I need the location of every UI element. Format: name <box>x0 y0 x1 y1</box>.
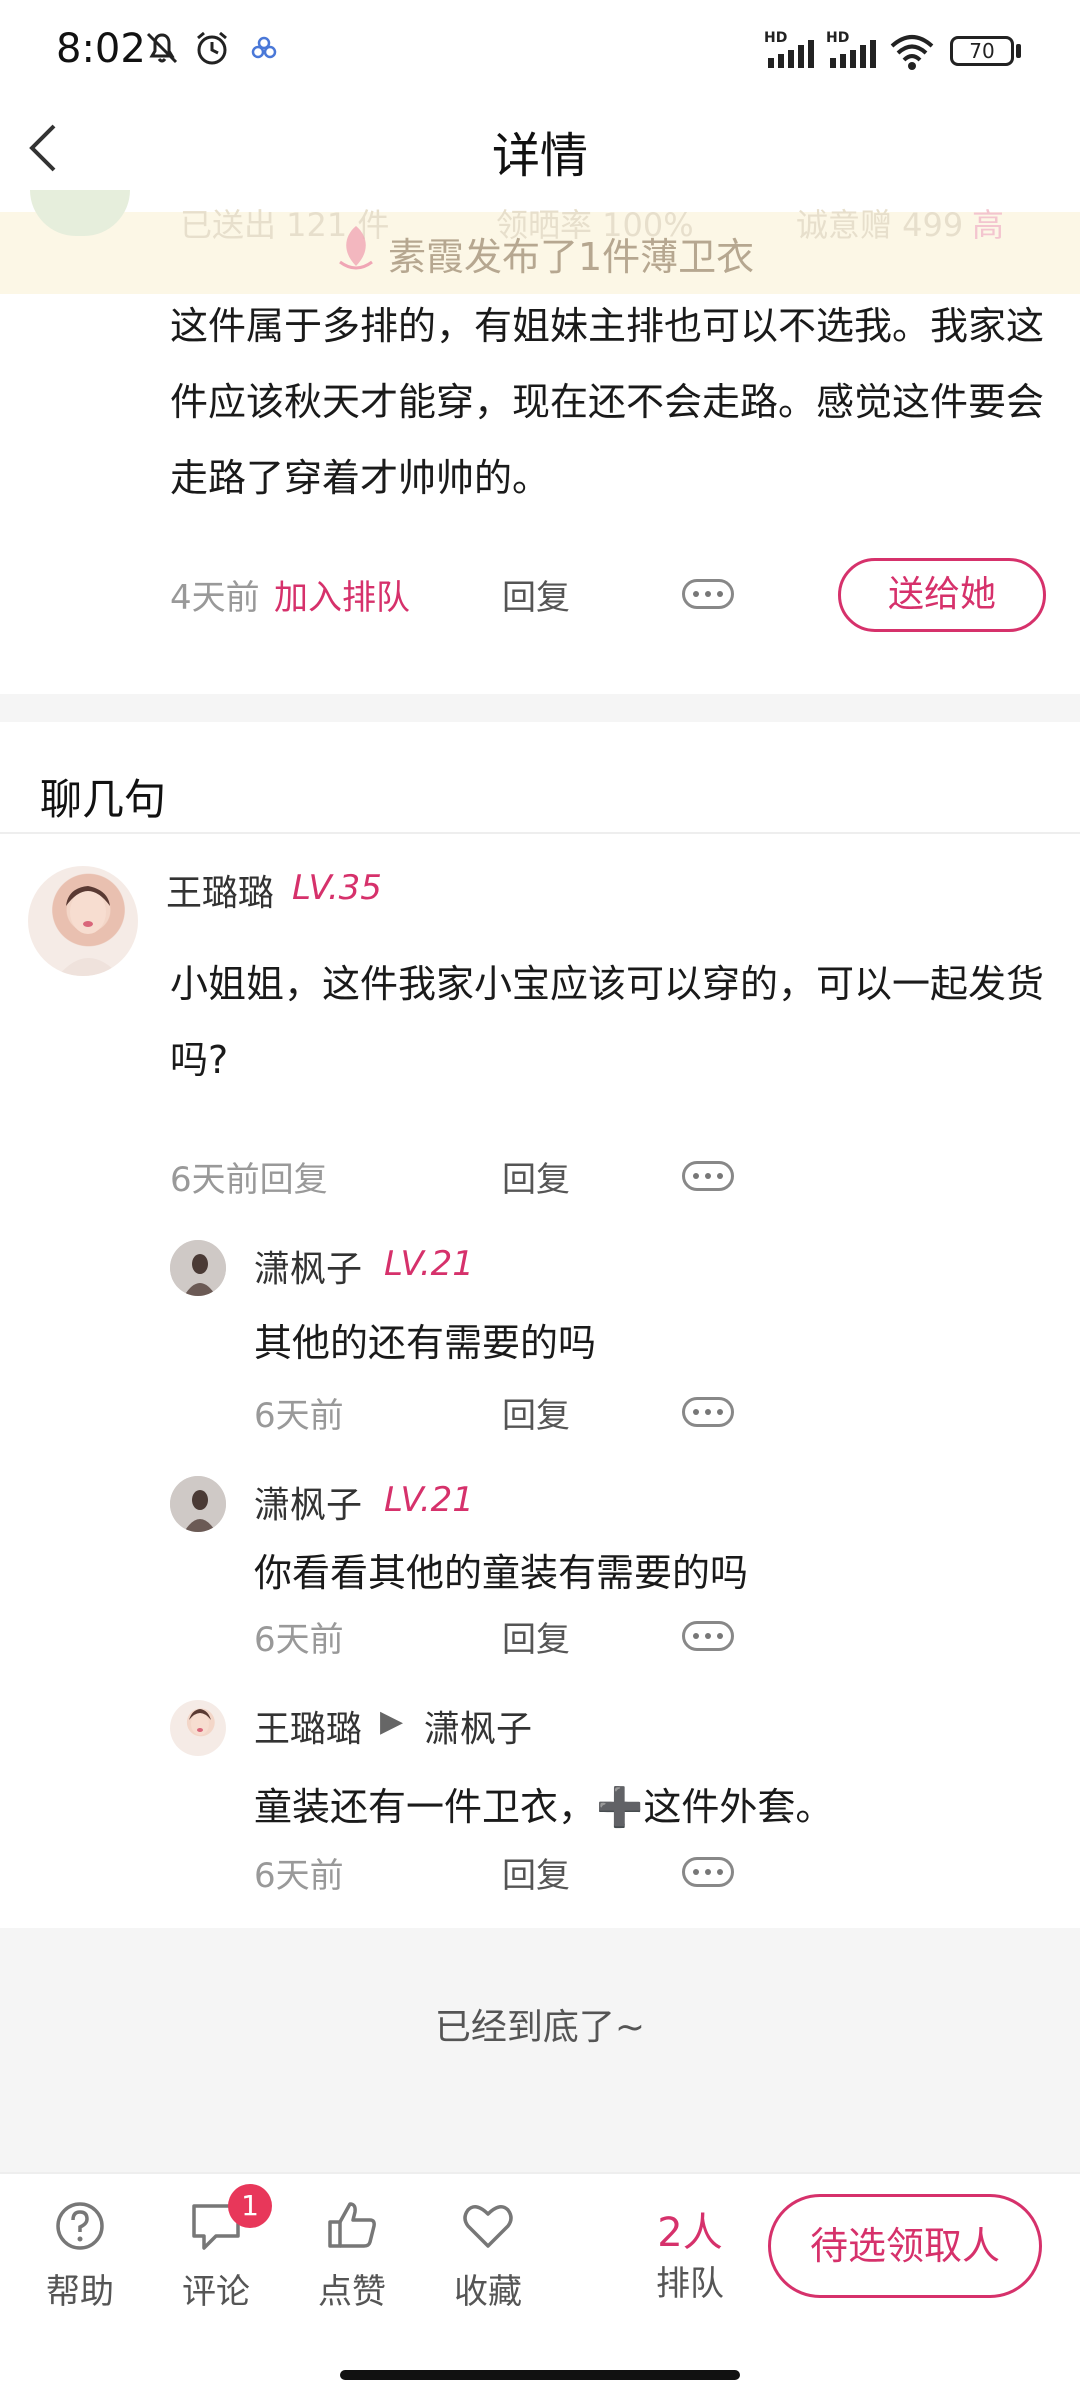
more-options-icon[interactable] <box>682 1397 734 1427</box>
tab-favorite-label[interactable]: 收藏 <box>428 2264 548 2313</box>
divider-line <box>0 832 1080 834</box>
battery-indicator: 70 <box>950 36 1014 66</box>
end-of-list-text: 已经到底了~ <box>434 2007 646 2048</box>
avatar[interactable] <box>170 1700 226 1756</box>
thumbs-up-icon[interactable] <box>322 2196 382 2256</box>
app-notification-icon <box>251 36 277 59</box>
user-level-badge: LV.21 <box>384 1244 474 1284</box>
reply-text: 童装还有一件卫衣，➕这件外套。 <box>254 1785 834 1829</box>
chat-section-heading: 聊几句 <box>40 775 167 824</box>
comment-time: 4天前 <box>170 578 260 618</box>
reply-time: 6天前 <box>254 1396 344 1436</box>
reply-link[interactable]: 回复 <box>502 1612 570 1661</box>
page-title: 详情 <box>491 128 588 184</box>
user-level-badge: LV.35 <box>292 868 382 908</box>
chat-comment-time: 6天前回复 <box>170 1160 328 1200</box>
signal-icon <box>768 40 814 68</box>
queue-count[interactable]: 2人 <box>650 2200 730 2258</box>
tab-help-label[interactable]: 帮助 <box>20 2264 140 2313</box>
battery-tip <box>1016 44 1021 58</box>
reply-link[interactable]: 回复 <box>502 1848 570 1897</box>
gift-to-her-button[interactable]: 送给她 <box>838 558 1046 632</box>
reply-author-name[interactable]: 王璐璐 <box>254 1700 362 1752</box>
alarm-icon <box>197 31 227 65</box>
join-queue-link[interactable]: 加入排队 <box>274 570 410 619</box>
battery-level: 70 <box>969 39 995 63</box>
reply-author-name[interactable]: 潇枫子 <box>254 1240 362 1292</box>
avatar[interactable] <box>170 1240 226 1296</box>
stat-gift: 诚意赠 499 <box>796 206 964 244</box>
user-level-badge: LV.21 <box>384 1480 474 1520</box>
section-divider <box>0 694 1080 722</box>
more-options-icon[interactable] <box>682 1857 734 1887</box>
reply-text: 你看看其他的童装有需要的吗 <box>254 1551 749 1595</box>
notice-text: 素霞发布了1件薄卫衣 <box>388 235 755 279</box>
wifi-icon <box>890 35 934 70</box>
stat-level: 高 <box>972 206 1005 244</box>
reply-time: 6天前 <box>254 1856 344 1896</box>
avatar-portrait-icon <box>58 886 120 976</box>
flower-icon <box>339 226 373 270</box>
reply-link[interactable]: 回复 <box>502 1388 570 1437</box>
more-options-icon[interactable] <box>682 1621 734 1651</box>
reply-link[interactable]: 回复 <box>502 1152 570 1201</box>
reply-text: 其他的还有需要的吗 <box>254 1321 597 1365</box>
avatar-portrait-icon <box>189 1709 211 1735</box>
queue-label[interactable]: 排队 <box>650 2256 730 2305</box>
avatar-portrait-icon <box>170 1476 226 1532</box>
tab-like-label[interactable]: 点赞 <box>292 2264 412 2313</box>
reply-link[interactable]: 回复 <box>502 570 570 619</box>
avatar[interactable] <box>28 866 138 976</box>
reply-time: 6天前 <box>254 1620 344 1660</box>
tab-comment-label[interactable]: 评论 <box>156 2264 276 2313</box>
commenter-name[interactable]: 王璐璐 <box>166 864 274 916</box>
avatar-portrait-icon <box>170 1240 226 1296</box>
reply-author-name[interactable]: 潇枫子 <box>254 1476 362 1528</box>
comment-text: 这件属于多排的，有姐妹主排也可以不选我。我家这件应该秋天才能穿，现在还不会走路。… <box>170 304 1045 500</box>
status-time: 8:02 <box>56 26 146 72</box>
chat-comment-text: 小姐姐，这件我家小宝应该可以穿的，可以一起发货吗? <box>170 962 1045 1082</box>
more-options-icon[interactable] <box>682 579 734 609</box>
mute-bell-icon <box>146 32 178 64</box>
more-options-icon[interactable] <box>682 1161 734 1191</box>
reply-to-arrow-icon: ▶ <box>380 1704 404 1739</box>
avatar[interactable] <box>170 1476 226 1532</box>
signal-icon-2 <box>830 40 876 68</box>
help-icon[interactable] <box>50 2196 110 2256</box>
pending-recipients-button[interactable]: 待选领取人 <box>768 2194 1042 2298</box>
heart-icon[interactable] <box>458 2196 518 2256</box>
reply-target-name[interactable]: 潇枫子 <box>424 1700 532 1752</box>
list-end-area <box>0 1928 1080 2172</box>
home-indicator[interactable] <box>340 2370 740 2380</box>
comment-count-badge: 1 <box>228 2184 272 2228</box>
